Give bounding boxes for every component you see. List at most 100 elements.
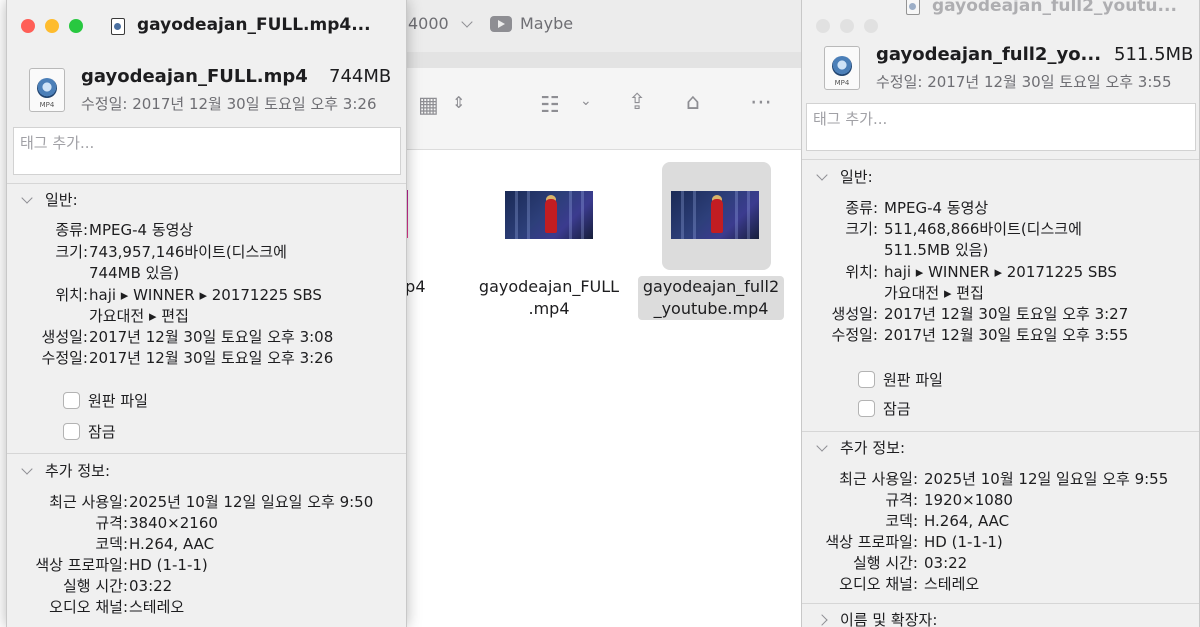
info-label: 색상 프로파일: — [35, 556, 128, 574]
info-label: 코덱: — [95, 535, 128, 553]
checkbox-box[interactable] — [63, 392, 80, 409]
info-value: 511,468,866바이트(디스크에 — [884, 220, 1082, 238]
info-label: 종류: — [55, 221, 88, 239]
section-more-info-title: 추가 정보: — [840, 439, 906, 457]
chevron-down-icon[interactable]: ⌄ — [580, 93, 592, 109]
close-button[interactable] — [21, 19, 35, 33]
window-title: gayodeajan_FULL.mp4... — [137, 15, 371, 35]
more-icon[interactable]: ⋯ — [750, 90, 772, 115]
group-icon[interactable]: ☷ — [540, 93, 560, 118]
info-label: 크기: — [845, 220, 878, 238]
section-more-info-toggle[interactable]: 추가 정보: — [814, 437, 905, 458]
mp4-file-icon: MP4 — [29, 68, 65, 112]
info-value: 03:22 — [924, 554, 968, 572]
file-name-selected[interactable]: gayodeajan_full2 _youtube.mp4 — [638, 276, 784, 320]
window-title: gayodeajan_full2_youtu... — [932, 0, 1177, 16]
info-value: 가요대전 ▸ 편집 — [884, 284, 984, 302]
youtube-icon — [490, 15, 512, 32]
info-value: 2025년 10월 12일 일요일 오후 9:55 — [924, 470, 1169, 488]
info-value: 스테레오 — [129, 598, 185, 616]
chevron-right-icon — [816, 613, 828, 626]
divider — [802, 603, 1199, 604]
checkbox-box[interactable] — [858, 400, 875, 417]
locked-checkbox[interactable]: 잠금 — [63, 421, 116, 442]
section-name-extension-title: 이름 및 확장자: — [840, 611, 938, 627]
title-bar: gayodeajan_FULL.mp4... — [7, 0, 406, 52]
info-value: MPEG-4 동영상 — [89, 221, 194, 239]
tag-input[interactable]: 태그 추가... — [806, 103, 1196, 151]
file-name[interactable]: gayodeajan_FULL .mp4 — [464, 276, 634, 320]
section-name-extension-toggle[interactable]: 이름 및 확장자: — [814, 609, 937, 627]
section-general-toggle[interactable]: 일반: — [19, 189, 78, 210]
section-more-info-title: 추가 정보: — [45, 462, 111, 480]
file-icon-label: MP4 — [834, 79, 850, 87]
grid-view-icon[interactable]: ▦ — [418, 93, 439, 118]
info-label: 수정일: — [831, 326, 878, 344]
divider — [802, 159, 1199, 160]
minimize-button[interactable] — [45, 19, 59, 33]
tab-maybe[interactable]: Maybe — [490, 14, 573, 33]
info-value: 744MB 있음) — [89, 264, 180, 282]
minimize-button[interactable] — [840, 19, 854, 33]
finder-toolbar: ▦ ⇕ ☷ ⌄ ⇪ ⌂ ⋯ — [380, 68, 820, 150]
checkbox-label: 잠금 — [883, 400, 911, 418]
tag-input[interactable]: 태그 추가... — [13, 127, 401, 175]
info-window-left: gayodeajan_FULL.mp4... MP4 gayodeajan_FU… — [6, 0, 407, 627]
checkbox-label: 원판 파일 — [88, 392, 148, 410]
info-label: 색상 프로파일: — [825, 533, 918, 551]
chevron-down-icon — [21, 191, 33, 204]
modified-date: 수정일: 2017년 12월 30일 토요일 오후 3:26 — [81, 95, 377, 113]
tag-icon[interactable]: ⌂ — [686, 90, 700, 115]
section-more-info-toggle[interactable]: 추가 정보: — [19, 460, 110, 481]
tab-partial[interactable]: 4000 — [408, 14, 477, 33]
close-button[interactable] — [816, 19, 830, 33]
divider — [7, 453, 406, 454]
zoom-button[interactable] — [69, 19, 83, 33]
divider — [7, 183, 406, 184]
info-value: H.264, AAC — [924, 512, 1010, 530]
info-label: 규격: — [95, 514, 128, 532]
checkbox-box[interactable] — [63, 423, 80, 440]
file-thumbnail[interactable] — [505, 191, 593, 239]
tab-partial-label: 4000 — [408, 14, 449, 33]
mp4-file-icon — [906, 0, 920, 15]
info-label: 실행 시간: — [852, 554, 918, 572]
zoom-button[interactable] — [864, 19, 878, 33]
info-value: 2017년 12월 30일 토요일 오후 3:55 — [884, 326, 1129, 344]
info-label: 생성일: — [831, 305, 878, 323]
section-general-toggle[interactable]: 일반: — [814, 166, 873, 187]
info-label: 크기: — [55, 243, 88, 261]
share-icon[interactable]: ⇪ — [628, 90, 646, 115]
file-thumbnail[interactable] — [671, 191, 759, 239]
sort-arrows-icon[interactable]: ⇕ — [452, 93, 465, 112]
chevron-down-icon — [461, 15, 473, 28]
info-value: HD (1-1-1) — [129, 556, 208, 574]
mp4-file-icon — [111, 18, 125, 35]
info-label: 최근 사용일: — [49, 493, 128, 511]
info-value: H.264, AAC — [129, 535, 215, 553]
info-label: 오디오 채널: — [839, 575, 918, 593]
locked-checkbox[interactable]: 잠금 — [858, 398, 911, 419]
divider — [802, 431, 1199, 432]
modified-date: 수정일: 2017년 12월 30일 토요일 오후 3:55 — [876, 73, 1172, 91]
info-value: 2017년 12월 30일 토요일 오후 3:26 — [89, 349, 334, 367]
info-value: 2025년 10월 12일 일요일 오후 9:50 — [129, 493, 374, 511]
chevron-down-icon — [816, 439, 828, 452]
info-value: haji ▸ WINNER ▸ 20171225 SBS — [89, 286, 322, 304]
info-value: MPEG-4 동영상 — [884, 199, 989, 217]
stationery-checkbox[interactable]: 원판 파일 — [858, 369, 943, 390]
checkbox-label: 잠금 — [88, 423, 116, 441]
chevron-down-icon — [21, 462, 33, 475]
file-size: 511.5MB — [1114, 44, 1194, 65]
info-label: 생성일: — [41, 328, 88, 346]
info-value: 3840×2160 — [129, 514, 218, 532]
section-general-title: 일반: — [45, 191, 78, 209]
info-value: 가요대전 ▸ 편집 — [89, 307, 189, 325]
info-value: 스테레오 — [924, 575, 980, 593]
info-value: 511.5MB 있음) — [884, 241, 989, 259]
info-label: 규격: — [885, 491, 918, 509]
info-value: HD (1-1-1) — [924, 533, 1003, 551]
info-label: 종류: — [845, 199, 878, 217]
stationery-checkbox[interactable]: 원판 파일 — [63, 390, 148, 411]
checkbox-box[interactable] — [858, 371, 875, 388]
